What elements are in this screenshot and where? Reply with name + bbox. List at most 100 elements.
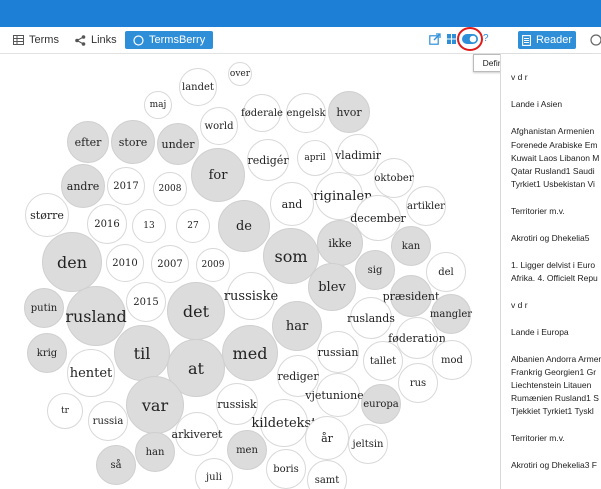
reader-text-line: Lande i Europa — [511, 327, 569, 337]
term-bubble[interactable]: 2015 — [126, 282, 166, 322]
term-bubble[interactable]: krig — [27, 333, 67, 373]
share-nodes-icon — [75, 34, 86, 46]
term-bubble[interactable]: 2007 — [151, 245, 189, 283]
term-bubble[interactable]: europa — [361, 384, 401, 424]
term-bubble[interactable]: han — [135, 432, 175, 472]
reader-label: Reader — [535, 34, 573, 46]
term-bubble[interactable]: 2008 — [153, 172, 187, 206]
term-bubble[interactable]: år — [305, 416, 349, 460]
reader-text-line: Frankrig Georgien1 Gr — [511, 367, 597, 377]
term-bubble[interactable]: jeltsin — [348, 424, 388, 464]
reader-text-line: Tyrkiet1 Usbekistan Vi — [511, 179, 595, 189]
term-bubble[interactable]: andre — [61, 164, 105, 208]
term-bubble[interactable]: store — [111, 120, 155, 164]
term-bubble[interactable]: artikler — [406, 186, 446, 226]
term-bubble[interactable]: var — [126, 376, 184, 434]
term-bubble[interactable]: med — [222, 325, 278, 381]
term-bubble[interactable]: større — [25, 193, 69, 237]
term-bubble[interactable]: mod — [432, 340, 472, 380]
termsberry-canvas[interactable]: over landet maj føderale engelsk hvor world eft… — [0, 54, 500, 489]
term-bubble[interactable]: engelsk — [286, 93, 326, 133]
term-bubble[interactable]: 13 — [132, 209, 166, 243]
reader-button[interactable]: Reader — [518, 31, 576, 49]
term-bubble[interactable]: russia — [88, 401, 128, 441]
reader-text-line: Rumænien Rusland1 S — [511, 393, 599, 403]
export-icon[interactable] — [429, 33, 441, 45]
term-bubble[interactable]: oktober — [374, 158, 414, 198]
reader-panel: v d r Lande i Asien Afghanistan Armenien Fo… — [500, 54, 601, 489]
term-bubble[interactable]: så — [96, 445, 136, 485]
tab-links[interactable]: Links — [75, 31, 117, 49]
reader-text-line: Albanien Andorra Armen — [511, 354, 601, 364]
reader-text-line: Kuwait Laos Libanon M — [511, 153, 600, 163]
term-bubble[interactable]: tr — [47, 393, 83, 429]
reader-text-line: Liechtenstein Litauen — [511, 380, 592, 390]
tab-termsberry-label: TermsBerry — [149, 34, 206, 46]
term-bubble[interactable]: det — [167, 282, 225, 340]
term-bubble[interactable]: april — [297, 140, 333, 176]
term-bubble[interactable]: kan — [391, 226, 431, 266]
term-bubble[interactable]: for — [191, 148, 245, 202]
term-bubble[interactable]: den — [42, 232, 102, 292]
term-bubble[interactable]: vladimir — [335, 134, 381, 176]
term-bubble[interactable]: mangler — [430, 294, 472, 334]
term-bubble[interactable]: hentet — [67, 349, 115, 397]
term-bubble[interactable]: world — [200, 107, 238, 145]
term-bubble[interactable]: under — [157, 123, 199, 165]
term-bubble[interactable]: sig — [355, 250, 395, 290]
term-bubble[interactable]: rusland — [65, 286, 127, 346]
tool-toolbar: Terms Links TermsBerry ? Reader — [0, 27, 601, 54]
term-bubble[interactable]: 2009 — [196, 248, 230, 282]
term-bubble[interactable]: tallet — [363, 341, 403, 381]
term-bubble[interactable]: russian — [317, 331, 359, 373]
term-bubble[interactable]: ikke — [317, 220, 363, 266]
windows-icon[interactable] — [447, 34, 456, 44]
term-bubble[interactable]: til — [114, 325, 170, 381]
term-bubble[interactable]: føderale — [241, 94, 283, 132]
term-bubble[interactable]: kildetekst — [252, 399, 316, 447]
term-bubble[interactable]: 2017 — [107, 167, 145, 205]
term-bubble[interactable]: 2010 — [106, 244, 144, 282]
term-bubble[interactable]: samt — [307, 460, 347, 489]
term-bubble[interactable]: and — [270, 182, 314, 226]
help-icon[interactable]: ? — [483, 33, 489, 44]
tab-terms[interactable]: Terms — [13, 31, 59, 49]
reader-text-line: Lande i Asien — [511, 99, 563, 109]
term-bubble[interactable]: blev — [308, 263, 356, 311]
term-bubble[interactable]: men — [227, 430, 267, 470]
table-icon — [13, 35, 24, 45]
reader-text-line: Qatar Rusland1 Saudi — [511, 166, 595, 176]
term-bubble[interactable]: ruslands — [347, 297, 395, 339]
term-bubble[interactable]: præsident — [383, 275, 439, 317]
term-bubble[interactable]: landet — [179, 68, 217, 106]
term-bubble[interactable]: putin — [24, 288, 64, 328]
reader-text-line: Territorier m.v. — [511, 206, 565, 216]
term-bubble[interactable]: 2016 — [87, 204, 127, 244]
tab-links-label: Links — [91, 34, 117, 46]
term-bubble[interactable]: del — [426, 252, 466, 292]
term-bubble[interactable]: hvor — [328, 91, 370, 133]
term-bubble[interactable]: juli — [195, 458, 233, 489]
term-bubble[interactable]: arkiveret — [172, 412, 222, 456]
term-bubble[interactable]: vjetunionen — [305, 373, 371, 417]
reader-text-line: Territorier m.v. — [511, 433, 565, 443]
reader-text-line: v d r — [511, 72, 528, 82]
circle-icon — [133, 34, 144, 46]
term-bubble[interactable]: maj — [144, 91, 172, 119]
term-bubble[interactable]: efter — [67, 121, 109, 163]
term-bubble[interactable]: føderation — [388, 317, 446, 359]
reader-text-line: Forenede Arabiske Em — [511, 140, 598, 150]
term-bubble[interactable]: russiske — [224, 272, 278, 320]
term-bubble[interactable]: rus — [398, 363, 438, 403]
tab-termsberry[interactable]: TermsBerry — [125, 31, 214, 49]
term-bubble[interactable]: har — [272, 301, 322, 351]
term-bubble[interactable]: 27 — [176, 209, 210, 243]
reader-text-line: Afghanistan Armenien — [511, 126, 595, 136]
app-header-bar — [0, 0, 601, 27]
term-bubble[interactable]: redigér — [247, 139, 289, 181]
term-bubble[interactable]: boris — [266, 449, 306, 489]
tab-terms-label: Terms — [29, 34, 59, 46]
term-bubble[interactable]: over — [228, 62, 252, 86]
term-bubble[interactable]: de — [218, 200, 270, 252]
radio-circle-icon[interactable] — [590, 34, 601, 46]
